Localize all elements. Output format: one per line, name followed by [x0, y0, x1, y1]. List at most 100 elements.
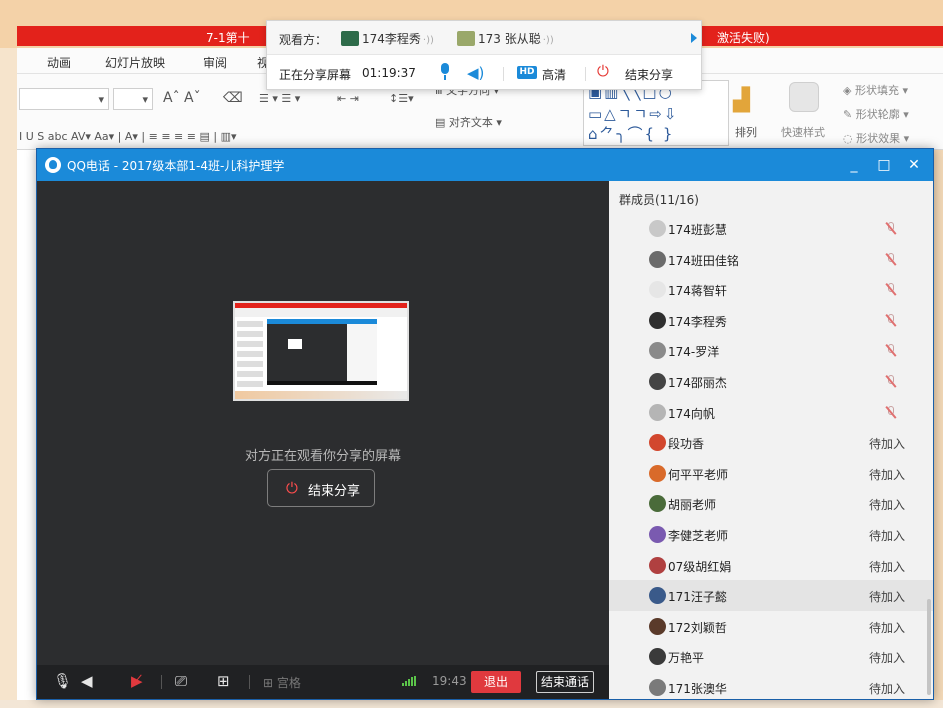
menu-review[interactable]: 审阅 [203, 54, 227, 71]
member-name: 174蒋智轩 [668, 284, 727, 299]
end-share-button[interactable]: ⏻ 结束分享 [267, 469, 375, 507]
member-row[interactable]: 171张澳华 待加入 [609, 672, 933, 699]
menu-animation[interactable]: 动画 [47, 54, 71, 71]
member-row[interactable]: 胡丽老师 待加入 [609, 488, 933, 519]
end-call-button[interactable]: 结束通话 [536, 671, 594, 693]
member-row[interactable]: 171汪子懿 待加入 [609, 580, 933, 611]
member-row[interactable]: 174邵丽杰 [609, 366, 933, 397]
viewer-item[interactable]: 174李程秀 ·)) [341, 30, 434, 47]
avatar [649, 311, 666, 329]
shape-effects[interactable]: ◌ 形状效果 ▾ [843, 130, 909, 146]
member-row[interactable]: 李健芝老师 待加入 [609, 519, 933, 550]
viewers-label: 观看方： [279, 33, 328, 47]
member-row[interactable]: 174班田佳铭 [609, 244, 933, 275]
expand-arrow-icon[interactable] [691, 33, 697, 43]
member-row[interactable]: 174蒋智轩 [609, 274, 933, 305]
member-scrollbar[interactable] [927, 599, 931, 695]
member-name: 174向帆 [668, 406, 715, 421]
member-row[interactable]: 段功香 待加入 [609, 427, 933, 458]
toolbar-divider [249, 675, 250, 689]
member-name: 何平平老师 [668, 467, 729, 482]
viewer-item[interactable]: 173 张从聪 ·)) [457, 30, 554, 47]
member-name: 171张澳华 [668, 682, 727, 696]
bullets-icon[interactable]: ☰ ▾ ☰ ▾ [259, 92, 300, 105]
shape-fill[interactable]: ◈ 形状填充 ▾ [843, 82, 908, 98]
shape-outline[interactable]: ✎ 形状轮廓 ▾ [843, 106, 909, 122]
maximize-button[interactable]: □ [873, 154, 895, 176]
quick-styles-label[interactable]: 快速样式 [781, 124, 825, 140]
shape-outline-icon: ✎ [843, 108, 856, 121]
avatar [649, 403, 666, 421]
member-row[interactable]: 何平平老师 待加入 [609, 458, 933, 489]
member-row[interactable]: 174班彭慧 [609, 213, 933, 244]
avatar [649, 342, 666, 360]
viewer-name: 173 张从聪 [478, 32, 541, 46]
shared-screen-thumbnail [233, 301, 409, 401]
member-row[interactable]: 172刘颖哲 待加入 [609, 611, 933, 642]
member-row[interactable]: 174李程秀 [609, 305, 933, 336]
quick-styles-icon [789, 82, 819, 112]
member-name: 172刘颖哲 [668, 620, 727, 635]
end-share-panel-button[interactable]: ⏻ 结束分享 [597, 62, 687, 84]
avatar [649, 220, 666, 237]
grid-icon: ⊞ [263, 676, 277, 690]
member-row[interactable]: 07级胡红娟 待加入 [609, 550, 933, 581]
hd-label[interactable]: 高清 [542, 66, 566, 83]
member-status: 待加入 [869, 498, 906, 513]
avatar [649, 281, 666, 299]
shape-effects-label: 形状效果 [856, 132, 901, 145]
menu-slideshow[interactable]: 幻灯片放映 [105, 54, 165, 71]
font-grow-icon[interactable]: Aˆ Aˇ [163, 90, 201, 106]
font-size-box[interactable]: ▾ [113, 88, 153, 110]
shapes-row-3: ⌂⺈╮⌒{ } [588, 125, 675, 143]
close-button[interactable]: ✕ [903, 154, 925, 176]
avatar [649, 434, 666, 452]
member-status: 待加入 [869, 467, 906, 482]
ppt-left-edge [0, 48, 17, 708]
window-title: QQ电话 - 2017级本部1-4班-儿科护理学 [67, 159, 285, 173]
line-spacing-icon[interactable]: ↕☰▾ [389, 92, 414, 105]
font-name-box[interactable]: ▾ [19, 88, 109, 110]
member-status: 待加入 [869, 651, 906, 666]
member-status: 待加入 [869, 437, 906, 452]
ppt-title-right: 激活失败) [717, 31, 770, 45]
panel-divider [585, 67, 586, 81]
format-row-icons[interactable]: I U S abc AV▾ Aa▾ | A▾ | ≡ ≡ ≡ ≡ ▤ | ▥▾ [19, 130, 237, 143]
panel-divider [503, 67, 504, 81]
align-text-icon: ▤ [435, 116, 449, 129]
member-row[interactable]: 174-罗洋 [609, 335, 933, 366]
hd-icon[interactable]: HD [517, 66, 537, 79]
share-stage: 对方正在观看你分享的屏幕 ⏻ 结束分享 [37, 181, 609, 665]
speaker-icon[interactable]: ◀ [81, 672, 93, 690]
microphone-icon[interactable] [438, 63, 452, 81]
qq-title-bar[interactable]: QQ电话 - 2017级本部1-4班-儿科护理学 _ □ ✕ [37, 149, 933, 181]
shapes-row-2: ▭△ㄱㄱ⇨⇩ [588, 105, 679, 123]
member-row[interactable]: 万艳平 待加入 [609, 641, 933, 672]
microphone-icon[interactable]: 🎙︎ [53, 672, 72, 690]
indent-icon[interactable]: ⇤ ⇥ [337, 92, 359, 105]
member-name: 胡丽老师 [668, 498, 717, 513]
member-name: 174李程秀 [668, 314, 727, 329]
avatar [649, 526, 666, 543]
grid-view[interactable]: ⊞ 宫格 [263, 674, 301, 691]
audio-wave-icon: ·)) [542, 35, 554, 46]
align-text[interactable]: ▤ 对齐文本 ▾ [435, 114, 502, 130]
avatar [649, 648, 666, 666]
share-caption: 对方正在观看你分享的屏幕 [244, 449, 401, 464]
speaker-icon[interactable]: ◀) [467, 64, 484, 82]
share-timer: 01:19:37 [362, 66, 416, 80]
member-row[interactable]: 174向帆 [609, 397, 933, 428]
screen-share-icon[interactable]: ⎚ [175, 672, 187, 690]
member-name: 174邵丽杰 [668, 376, 727, 390]
clear-format-icon[interactable]: ⌫ [223, 90, 243, 106]
member-panel: 群成员(11/16) 174班彭慧 174班田佳铭 174蒋智轩 174李程秀 174-… [609, 181, 933, 699]
grid-label: 宫格 [276, 676, 301, 690]
toolbar-divider [161, 675, 162, 689]
arrange-label[interactable]: 排列 [735, 124, 757, 140]
exit-button[interactable]: 退出 [471, 671, 521, 693]
camera-off-icon[interactable]: ▶̸ [131, 672, 143, 690]
minimize-button[interactable]: _ [843, 154, 865, 176]
ppt-right-edge [934, 150, 943, 708]
mic-muted-icon [885, 252, 897, 266]
whiteboard-icon[interactable]: ⊞ [217, 672, 230, 690]
